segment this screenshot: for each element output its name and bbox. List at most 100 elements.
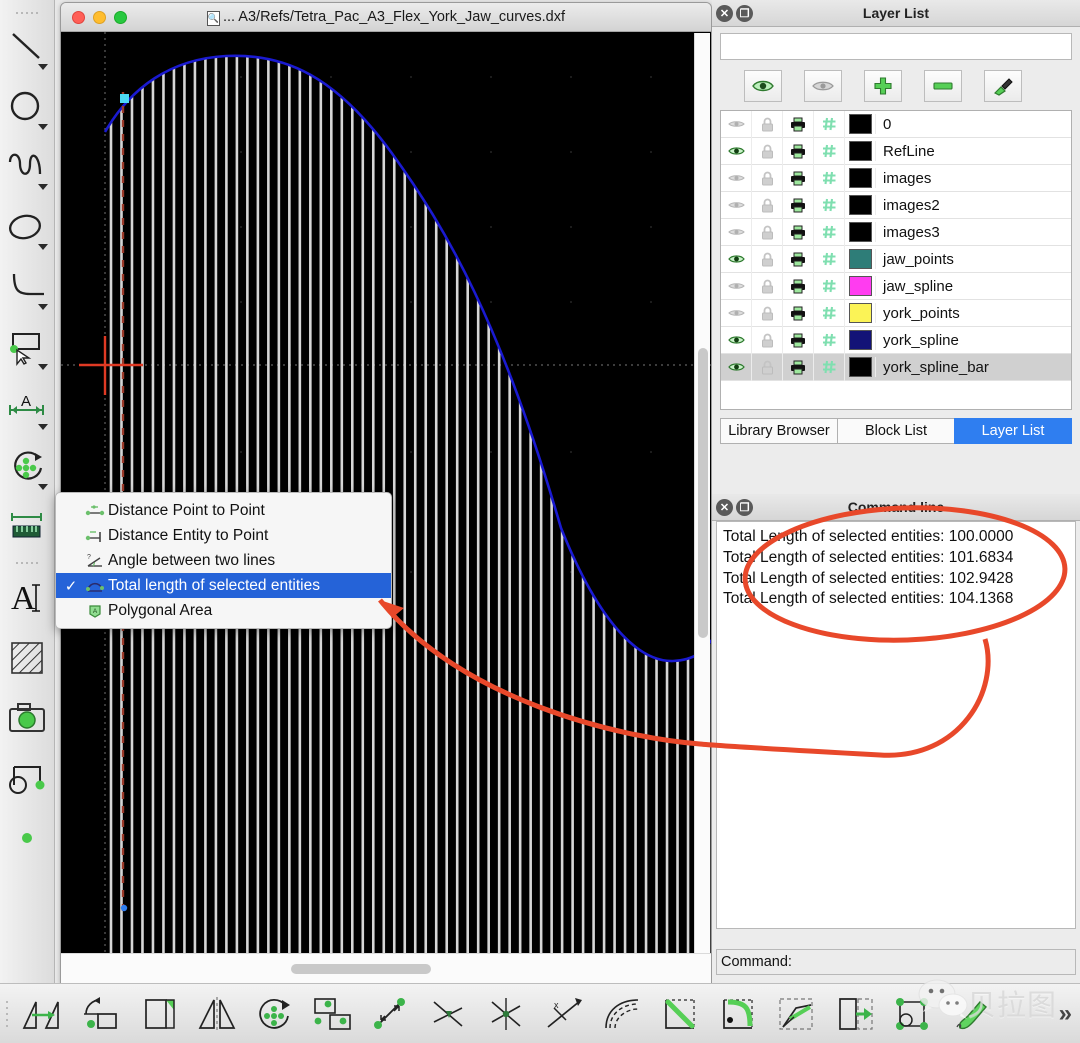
chevron-down-icon[interactable] <box>38 124 48 130</box>
hide-all-layers-button[interactable] <box>804 70 842 102</box>
canvas-vertical-scrollbar[interactable] <box>694 33 710 953</box>
divide-tool[interactable] <box>768 988 826 1040</box>
print-icon[interactable] <box>783 111 814 138</box>
arc-tool[interactable] <box>2 258 52 318</box>
lengthen-tool[interactable]: x <box>536 988 594 1040</box>
bevel-tool[interactable] <box>652 988 710 1040</box>
scale-tool[interactable] <box>130 988 188 1040</box>
eye-open-icon[interactable] <box>721 137 752 165</box>
menu-item-total-length-of-selected-entities[interactable]: ✓ Total length of selected entities <box>56 573 391 598</box>
layer-row[interactable]: york_spline <box>721 326 1071 354</box>
color-swatch[interactable] <box>845 357 876 377</box>
color-swatch[interactable] <box>845 276 876 296</box>
layer-row[interactable]: images2 <box>721 191 1071 219</box>
chevron-down-icon[interactable] <box>38 484 48 490</box>
text-tool[interactable]: A <box>2 568 52 628</box>
chevron-down-icon[interactable] <box>38 244 48 250</box>
construction-icon[interactable] <box>814 299 845 327</box>
tab-layer-list[interactable]: Layer List <box>954 418 1072 444</box>
layer-row[interactable]: jaw_spline <box>721 272 1071 300</box>
command-input[interactable]: Command: <box>716 949 1076 975</box>
point-tool[interactable] <box>2 808 52 868</box>
spline-tool[interactable] <box>2 138 52 198</box>
scrollbar-thumb[interactable] <box>698 348 708 638</box>
modify-tool[interactable] <box>2 438 52 498</box>
command-output[interactable]: Total Length of selected entities: 100.0… <box>716 521 1076 929</box>
color-swatch[interactable] <box>845 303 876 323</box>
eye-closed-icon[interactable] <box>721 164 752 192</box>
eye-closed-icon[interactable] <box>721 111 752 138</box>
panel-float-button[interactable]: ❐ <box>736 4 753 22</box>
tab-block-list[interactable]: Block List <box>837 418 954 444</box>
mirror-tool[interactable] <box>188 988 246 1040</box>
print-icon[interactable] <box>783 164 814 192</box>
lock-icon[interactable] <box>752 111 783 138</box>
color-swatch[interactable] <box>845 249 876 269</box>
panel-float-button[interactable]: ❐ <box>736 498 753 516</box>
move-tool[interactable] <box>14 988 72 1040</box>
chevron-down-icon[interactable] <box>38 424 48 430</box>
eye-closed-icon[interactable] <box>721 191 752 219</box>
layer-row[interactable]: york_points <box>721 299 1071 327</box>
move-copy-tool[interactable] <box>304 988 362 1040</box>
color-swatch[interactable] <box>845 141 876 161</box>
eye-open-icon[interactable] <box>721 353 752 381</box>
construction-icon[interactable] <box>814 111 845 138</box>
chevron-down-icon[interactable] <box>38 184 48 190</box>
ellipse-tool[interactable] <box>2 198 52 258</box>
toolbar-grip[interactable] <box>12 8 42 18</box>
break-tool[interactable] <box>884 988 942 1040</box>
print-icon[interactable] <box>783 272 814 300</box>
layer-row[interactable]: images3 <box>721 218 1071 246</box>
color-swatch[interactable] <box>845 114 876 134</box>
eye-open-icon[interactable] <box>721 326 752 354</box>
edit-layer-button[interactable] <box>984 70 1022 102</box>
construction-icon[interactable] <box>814 353 845 381</box>
construction-icon[interactable] <box>814 137 845 165</box>
window-titlebar[interactable]: 🔍 ... A3/Refs/Tetra_Pac_A3_Flex_York_Jaw… <box>61 3 711 32</box>
canvas-horizontal-scrollbar[interactable] <box>61 953 711 983</box>
lock-icon[interactable] <box>752 164 783 192</box>
explode-tool[interactable] <box>826 988 884 1040</box>
layer-search-field[interactable] <box>720 33 1072 60</box>
chevron-down-icon[interactable] <box>38 304 48 310</box>
layer-search-input[interactable] <box>721 34 1071 59</box>
layer-row[interactable]: york_spline_bar <box>721 353 1071 381</box>
print-icon[interactable] <box>783 218 814 246</box>
layer-list[interactable]: 0 RefLine images images2 images3 jaw_points ja… <box>720 110 1072 410</box>
stretch-tool[interactable] <box>362 988 420 1040</box>
bottom-toolbar-grip[interactable] <box>0 992 14 1036</box>
tab-library-browser[interactable]: Library Browser <box>720 418 837 444</box>
construction-icon[interactable] <box>814 218 845 246</box>
chevron-down-icon[interactable] <box>38 364 48 370</box>
lock-icon[interactable] <box>752 245 783 273</box>
toolbar-overflow-button[interactable]: » <box>1059 1000 1072 1028</box>
print-icon[interactable] <box>783 326 814 354</box>
lock-icon[interactable] <box>752 137 783 165</box>
eye-closed-icon[interactable] <box>721 272 752 300</box>
lock-icon[interactable] <box>752 218 783 246</box>
show-all-layers-button[interactable] <box>744 70 782 102</box>
layer-row[interactable]: images <box>721 164 1071 192</box>
lock-icon[interactable] <box>752 272 783 300</box>
panel-close-button[interactable]: ✕ <box>716 498 733 516</box>
print-icon[interactable] <box>783 245 814 273</box>
menu-item-distance-point-to-point[interactable]: Distance Point to Point <box>56 498 391 523</box>
select-tool[interactable] <box>2 318 52 378</box>
construction-icon[interactable] <box>814 245 845 273</box>
rotate-two-tool[interactable] <box>246 988 304 1040</box>
color-swatch[interactable] <box>845 330 876 350</box>
construction-icon[interactable] <box>814 326 845 354</box>
dimension-tool[interactable]: A <box>2 378 52 438</box>
trim-two-tool[interactable] <box>478 988 536 1040</box>
eye-open-icon[interactable] <box>721 245 752 273</box>
offset-tool[interactable] <box>594 988 652 1040</box>
block-tool[interactable] <box>2 748 52 808</box>
rotate-tool[interactable] <box>72 988 130 1040</box>
circle-tool[interactable] <box>2 78 52 138</box>
remove-layer-button[interactable] <box>924 70 962 102</box>
lock-icon[interactable] <box>752 299 783 327</box>
construction-icon[interactable] <box>814 164 845 192</box>
eye-closed-icon[interactable] <box>721 218 752 246</box>
print-icon[interactable] <box>783 353 814 381</box>
